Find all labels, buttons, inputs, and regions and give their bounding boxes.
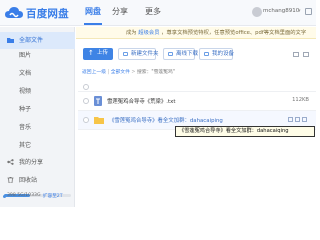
folder-icon [94,117,104,124]
select-all-checkbox[interactable] [83,84,89,90]
nav-tab-netdisk[interactable]: 网盘 [82,0,104,26]
row-checkbox[interactable] [83,117,89,123]
row-checkbox[interactable] [83,98,89,104]
nav-tab-share[interactable]: 分享 [111,0,129,26]
storage-icon [3,195,6,198]
sidebar-item-label: 音乐 [19,124,32,131]
trash-icon [7,177,14,183]
new-folder-button[interactable]: 新建文件夹 [118,48,159,60]
offline-download-label: 离线下载 [176,51,199,57]
sidebar-item-label: 全部文件 [19,37,44,44]
download-icon[interactable] [295,117,300,122]
sidebar-item-label: 图片 [19,52,32,59]
file-row-txt[interactable]: 雪莲冤鸡合导寺《荒梁》.txt 112KB [78,92,316,111]
sidebar-item-videos[interactable]: 视频 [0,83,75,100]
grid-view-icon[interactable] [303,52,309,57]
notice-suffix: ，尊享文档预览特权，任意预览office、pdf等文档里面的文字 [161,30,307,36]
share-icon [7,159,14,165]
file-list-header [78,82,316,92]
sidebar-item-my-shares[interactable]: 我的分享 [0,154,75,171]
menu-icon[interactable] [305,8,312,15]
txt-file-icon [94,96,102,106]
my-device-button[interactable]: 我的设备 [199,48,235,60]
new-folder-icon [123,52,128,56]
baidu-netdisk-logo[interactable]: 百度网盘 [4,4,74,22]
sidebar-item-label: 种子 [19,106,32,113]
sidebar-item-label: 回收站 [19,177,38,184]
share-icon[interactable] [288,117,293,122]
file-size: 112KB [292,97,309,103]
file-name[interactable]: 雪莲冤鸡合导寺《荒梁》.txt [107,97,175,105]
offline-download-button[interactable]: 离线下载 [163,48,199,60]
sidebar: 全部文件 图片 文档 视频 种子 音乐 其它 我的分享 回收站 [0,27,75,207]
notice-prefix: 成为 [126,30,137,36]
logo-text: 百度网盘 [26,8,69,20]
username[interactable]: mchang8910 [263,8,299,14]
sidebar-item-music[interactable]: 音乐 [0,119,75,136]
breadcrumb-all-files-link[interactable]: 全部文件 [111,70,130,75]
sidebar-item-images[interactable]: 图片 [0,47,75,64]
avatar[interactable] [252,7,262,17]
more-icon[interactable] [302,117,307,122]
upload-label: 上传 [97,50,109,56]
top-bar: 百度网盘 网盘 分享 更多 mchang8910 ▾ [0,0,316,26]
breadcrumb: 返回上一级 | 全部文件 > 搜索："雪莲冤鸡" [82,68,175,75]
sidebar-item-documents[interactable]: 文档 [0,65,75,82]
download-icon [168,52,173,56]
breadcrumb-search-term: 搜索："雪莲冤鸡" [136,70,175,75]
nav-tab-more[interactable]: 更多 [144,0,162,26]
file-name[interactable]: 《雪莲冤鸡合导寺》看全文加群：dahacaiping [109,116,223,124]
sidebar-item-torrents[interactable]: 种子 [0,101,75,118]
upload-button[interactable]: ↑ 上传 [83,48,113,60]
list-view-icon[interactable] [293,52,299,57]
expand-storage-link[interactable]: 扩容至2T [43,193,63,199]
my-device-label: 我的设备 [212,51,235,57]
sidebar-item-label: 文档 [19,70,32,77]
sidebar-item-recycle-bin[interactable]: 回收站 [0,172,75,189]
device-icon [204,52,209,56]
sidebar-item-other[interactable]: 其它 [0,137,75,154]
cloud-logo-icon [5,7,23,18]
breadcrumb-back-link[interactable]: 返回上一级 [82,70,106,75]
notice-bar: 成为 超级会员 ，尊享文档预览特权，任意预览office、pdf等文档里面的文字 [76,27,316,39]
sidebar-item-label: 其它 [19,142,32,149]
chevron-down-icon[interactable]: ▾ [298,8,301,14]
upload-icon: ↑ [88,49,94,57]
filename-tooltip: 《雪莲冤鸡合导寺》看全文加群：dahacaiqing [175,126,315,137]
sidebar-item-label: 我的分享 [19,159,44,166]
new-folder-label: 新建文件夹 [131,51,159,57]
row-action-icons [288,117,308,123]
sidebar-item-label: 视频 [19,88,32,95]
folder-icon [7,38,14,43]
quota-text: 398.5G/1033G [7,193,41,198]
super-vip-link[interactable]: 超级会员 [138,30,159,36]
